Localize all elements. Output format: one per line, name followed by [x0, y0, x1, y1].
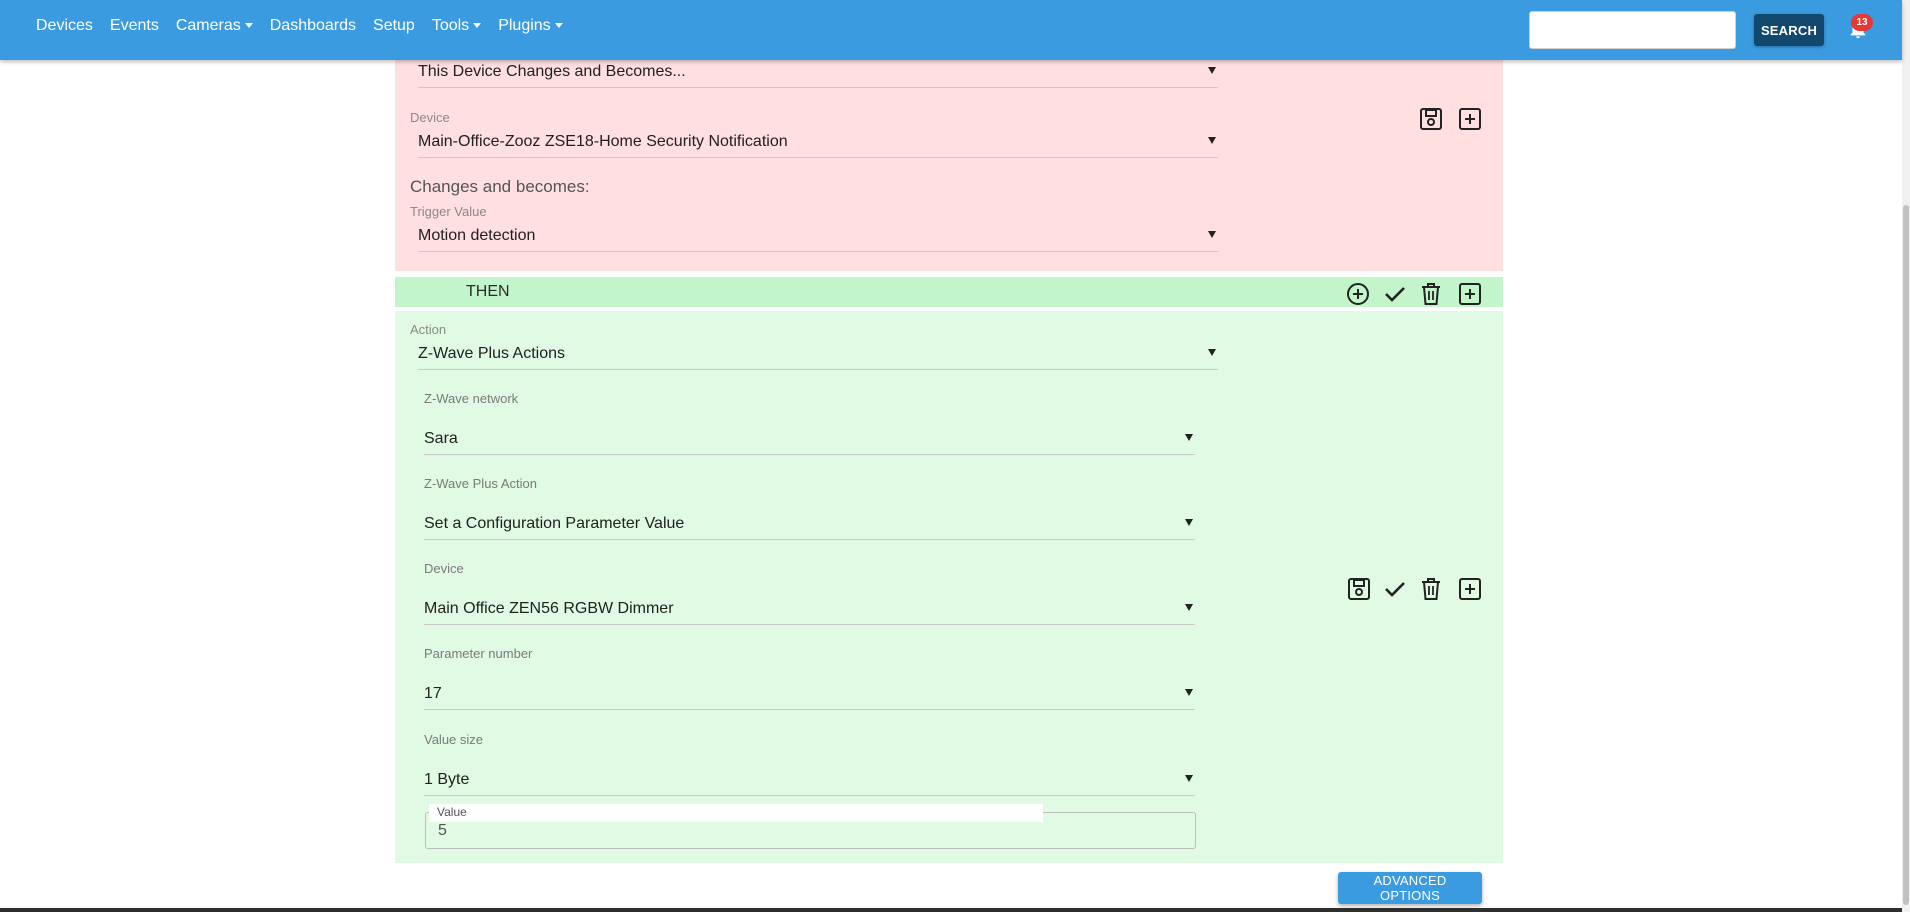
changes-and-becomes-text: Changes and becomes: — [410, 177, 590, 196]
parameter-number-value: 17 — [424, 685, 442, 702]
value-input-text: 5 — [438, 822, 447, 839]
trigger-value-value: Motion detection — [418, 227, 536, 244]
dropdown-arrow-icon — [1208, 137, 1216, 144]
dropdown-arrow-icon — [1208, 67, 1216, 74]
dropdown-arrow-icon — [1185, 689, 1193, 696]
trigger-device-select[interactable]: Main-Office-Zooz ZSE18-Home Security Not… — [418, 128, 1218, 158]
dropdown-arrow-icon — [1185, 519, 1193, 526]
dropdown-arrow-icon — [1185, 434, 1193, 441]
trash-icon[interactable] — [1418, 281, 1444, 307]
action-device-select[interactable]: Main Office ZEN56 RGBW Dimmer — [424, 595, 1195, 625]
nav-events[interactable]: Events — [110, 17, 159, 35]
value-size-select[interactable]: 1 Byte — [424, 766, 1195, 796]
trigger-device-value: Main-Office-Zooz ZSE18-Home Security Not… — [418, 133, 788, 150]
add-box-icon[interactable] — [1457, 576, 1483, 602]
then-header-bar — [395, 277, 1503, 307]
nav-dashboards[interactable]: Dashboards — [270, 17, 356, 35]
trigger-type-select[interactable]: This Device Changes and Becomes... — [418, 58, 1218, 88]
trash-icon[interactable] — [1418, 576, 1444, 602]
save-icon[interactable] — [1346, 576, 1372, 602]
nav-cameras[interactable]: Cameras — [176, 17, 253, 35]
check-icon[interactable] — [1382, 576, 1408, 602]
zwave-network-label: Z-Wave network — [424, 391, 519, 406]
trigger-value-label: Trigger Value — [410, 204, 487, 219]
nav-devices[interactable]: Devices — [36, 17, 93, 35]
trigger-type-value: This Device Changes and Becomes... — [418, 63, 686, 80]
save-icon[interactable] — [1418, 106, 1444, 132]
nav-links: Devices Events Cameras Dashboards Setup … — [36, 0, 580, 52]
nav-tools[interactable]: Tools — [432, 17, 482, 35]
dropdown-arrow-icon — [1208, 231, 1216, 238]
dropdown-arrow-icon — [1208, 349, 1216, 356]
caret-down-icon — [473, 22, 482, 28]
window-bottom-edge — [0, 908, 1902, 912]
add-box-icon[interactable] — [1457, 106, 1483, 132]
parameter-number-label: Parameter number — [424, 646, 533, 661]
zwave-action-select[interactable]: Set a Configuration Parameter Value — [424, 510, 1195, 540]
caret-down-icon — [244, 22, 253, 28]
zwave-action-value: Set a Configuration Parameter Value — [424, 515, 685, 532]
nav-setup[interactable]: Setup — [373, 17, 415, 35]
trigger-value-select[interactable]: Motion detection — [418, 222, 1218, 252]
search-input[interactable] — [1529, 11, 1736, 49]
add-box-icon[interactable] — [1457, 281, 1483, 307]
zwave-network-select[interactable]: Sara — [424, 425, 1195, 455]
zwave-network-value: Sara — [424, 430, 458, 447]
value-size-value: 1 Byte — [424, 771, 470, 788]
value-label: Value — [437, 805, 467, 819]
trigger-device-label: Device — [410, 110, 450, 125]
dropdown-arrow-icon — [1185, 775, 1193, 782]
action-label: Action — [410, 322, 447, 337]
parameter-number-select[interactable]: 17 — [424, 680, 1195, 710]
action-device-label: Device — [424, 561, 464, 576]
dropdown-arrow-icon — [1185, 604, 1193, 611]
then-header-label: THEN — [466, 283, 510, 300]
zwave-action-label: Z-Wave Plus Action — [424, 476, 537, 491]
notification-badge: 13 — [1851, 14, 1873, 31]
search-button[interactable]: SEARCH — [1754, 14, 1824, 46]
app-window: Devices Events Cameras Dashboards Setup … — [0, 0, 1910, 912]
value-label-background — [429, 804, 1043, 822]
action-select[interactable]: Z-Wave Plus Actions — [418, 340, 1218, 370]
add-circle-icon[interactable] — [1345, 281, 1371, 307]
top-navbar: Devices Events Cameras Dashboards Setup … — [0, 0, 1902, 60]
scrollbar-thumb[interactable] — [1903, 205, 1909, 905]
action-value: Z-Wave Plus Actions — [418, 345, 566, 362]
nav-plugins[interactable]: Plugins — [498, 17, 563, 35]
caret-down-icon — [554, 22, 563, 28]
value-size-label: Value size — [424, 732, 484, 747]
check-icon[interactable] — [1382, 281, 1408, 307]
action-device-value: Main Office ZEN56 RGBW Dimmer — [424, 600, 674, 617]
advanced-options-button[interactable]: ADVANCED OPTIONS — [1338, 872, 1482, 904]
